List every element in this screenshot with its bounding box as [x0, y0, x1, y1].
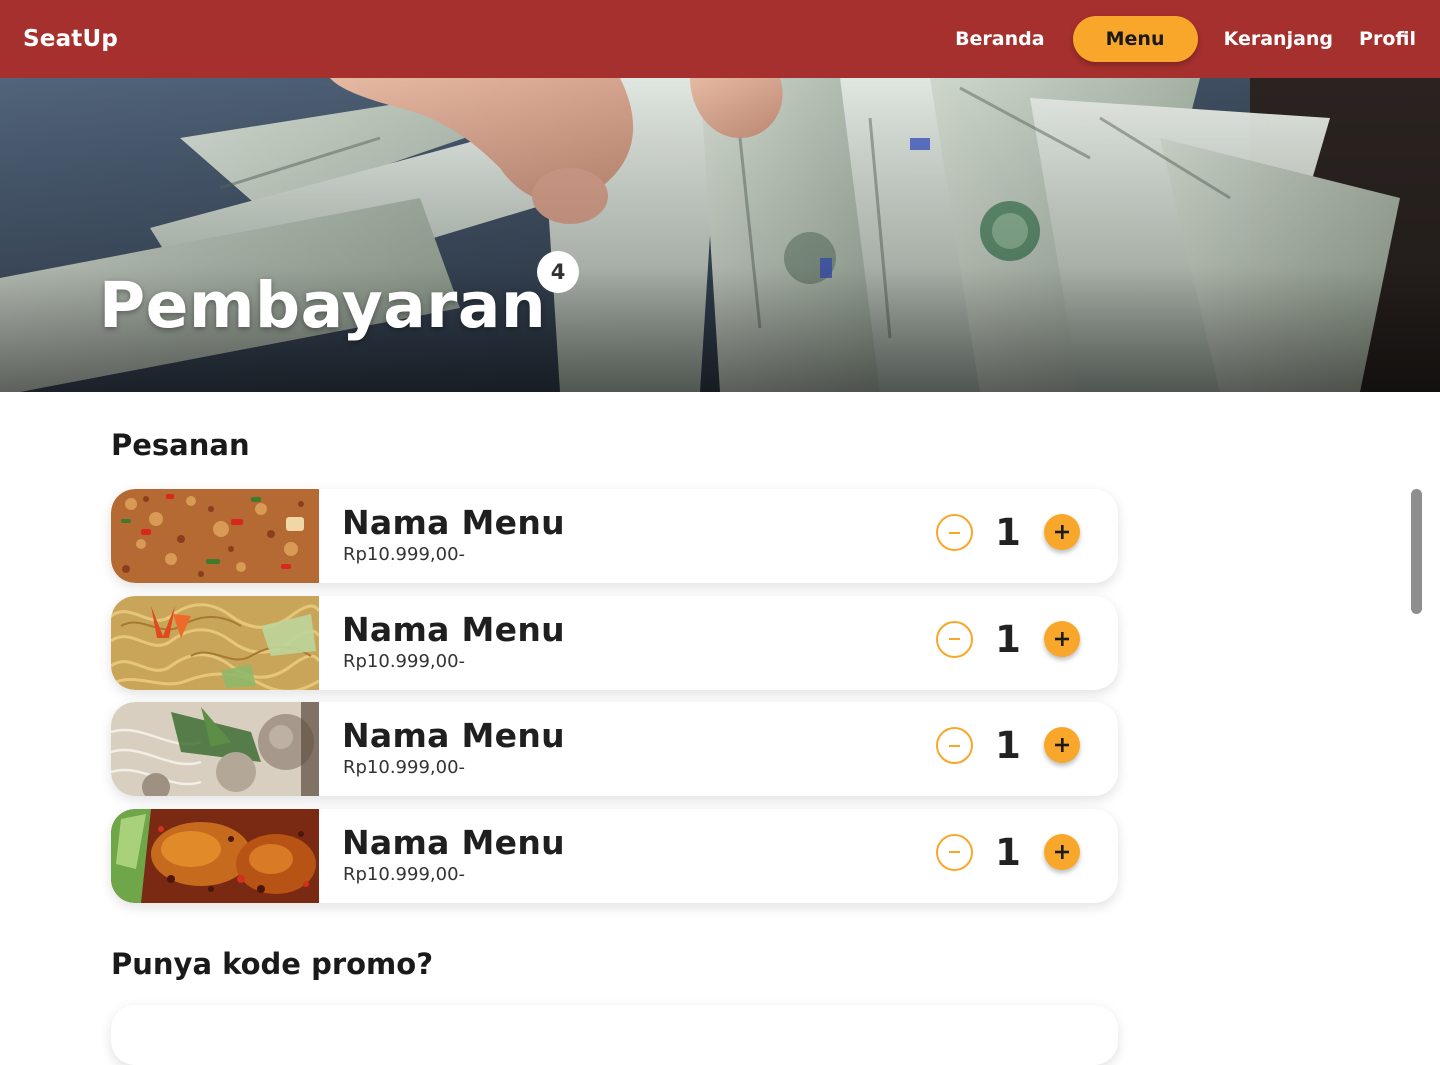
order-item: Nama Menu Rp10.999,00- 1	[111, 702, 1118, 796]
hero-banner: Pembayaran 4	[0, 78, 1440, 392]
menu-item-price: Rp10.999,00-	[343, 650, 466, 672]
food-image-fried-rice	[111, 489, 319, 583]
orders-section-title: Pesanan	[111, 428, 250, 462]
nav-item-beranda[interactable]: Beranda	[955, 28, 1045, 50]
navbar: SeatUp Beranda Menu Keranjang Profil	[0, 0, 1440, 78]
cart-count-badge: 4	[537, 251, 579, 293]
quantity-value: 1	[995, 511, 1021, 554]
increase-quantity-button[interactable]	[1044, 620, 1080, 657]
order-item: Nama Menu Rp10.999,00- 1	[111, 595, 1118, 690]
nav-item-keranjang[interactable]: Keranjang	[1224, 28, 1333, 50]
menu-item-price: Rp10.999,00-	[343, 757, 466, 778]
plus-icon	[1055, 738, 1069, 752]
menu-item-price: Rp10.999,00-	[343, 863, 466, 885]
decrease-quantity-button[interactable]	[936, 514, 973, 551]
plus-icon	[1055, 631, 1069, 646]
food-image-fried-noodles	[111, 595, 319, 690]
plus-icon	[1055, 844, 1069, 859]
nav-links: Beranda Menu Keranjang Profil	[955, 0, 1416, 78]
order-item: Nama Menu Rp10.999,00- 1	[111, 808, 1118, 903]
order-list: Nama Menu Rp10.999,00- 1 Nama Menu Rp10.…	[111, 489, 1118, 915]
minus-icon	[949, 744, 960, 747]
increase-quantity-button[interactable]	[1044, 727, 1080, 763]
minus-icon	[949, 851, 960, 853]
scrollbar-thumb[interactable]	[1411, 489, 1422, 614]
decrease-quantity-button[interactable]	[936, 620, 973, 658]
decrease-quantity-button[interactable]	[936, 727, 973, 764]
minus-icon	[949, 638, 960, 640]
order-item: Nama Menu Rp10.999,00- 1	[111, 489, 1118, 583]
menu-item-name: Nama Menu	[342, 503, 565, 542]
menu-item-name: Nama Menu	[342, 822, 565, 862]
minus-icon	[949, 531, 960, 534]
hero-background-image	[0, 78, 1440, 392]
nav-item-profil[interactable]: Profil	[1359, 28, 1416, 50]
brand-logo[interactable]: SeatUp	[23, 26, 118, 52]
promo-section-title: Punya kode promo?	[111, 947, 434, 981]
increase-quantity-button[interactable]	[1044, 833, 1080, 870]
decrease-quantity-button[interactable]	[936, 833, 973, 871]
page-title: Pembayaran	[99, 269, 547, 342]
quantity-value: 1	[995, 724, 1021, 767]
plus-icon	[1055, 525, 1069, 539]
promo-code-input[interactable]	[111, 1005, 1118, 1065]
nav-item-menu[interactable]: Menu	[1072, 16, 1198, 62]
food-image-fried-chicken	[111, 808, 319, 903]
menu-item-name: Nama Menu	[342, 609, 565, 649]
menu-item-name: Nama Menu	[342, 716, 565, 755]
quantity-value: 1	[995, 617, 1021, 661]
food-image-meatball-soup	[111, 702, 319, 796]
quantity-value: 1	[995, 830, 1021, 874]
increase-quantity-button[interactable]	[1044, 514, 1080, 550]
menu-item-price: Rp10.999,00-	[343, 544, 466, 565]
